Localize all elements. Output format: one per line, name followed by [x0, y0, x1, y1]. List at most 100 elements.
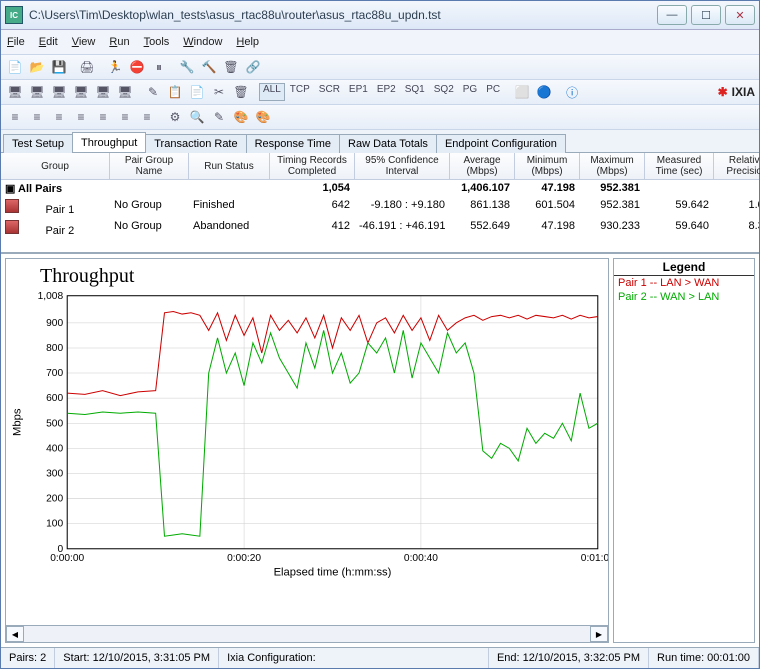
col-header[interactable]: Minimum (Mbps) — [515, 153, 580, 179]
ixia-logo: ✱IXIA — [718, 85, 755, 99]
col-header[interactable]: Timing Records Completed — [270, 153, 355, 179]
cell — [189, 180, 270, 197]
filter-ep1[interactable]: EP1 — [345, 83, 372, 101]
tool3-icon[interactable]: 🗑 — [221, 57, 241, 77]
cell — [645, 180, 714, 197]
close-button[interactable]: ✕ — [725, 5, 755, 25]
t3k-icon[interactable]: 🎨 — [231, 107, 251, 127]
menu-edit[interactable]: Edit — [39, 36, 58, 48]
info-icon[interactable]: ⓘ — [562, 82, 582, 102]
cell: Finished — [189, 197, 270, 218]
misc2-icon[interactable]: 🔵 — [534, 82, 554, 102]
cell: Abandoned — [189, 218, 270, 239]
cell — [110, 180, 189, 197]
t3f-icon[interactable]: ≡ — [115, 107, 135, 127]
collapse-icon[interactable]: ▣ — [5, 183, 15, 195]
minimize-button[interactable]: — — [657, 5, 687, 25]
t3d-icon[interactable]: ≡ — [71, 107, 91, 127]
cell — [355, 180, 450, 197]
col-header[interactable]: Measured Time (sec) — [645, 153, 714, 179]
status-end: End: 12/10/2015, 3:32:05 PM — [489, 648, 649, 668]
cut-icon[interactable]: ✂ — [209, 82, 229, 102]
t3e-icon[interactable]: ≡ — [93, 107, 113, 127]
table-row[interactable]: ▣ All Pairs1,0541,406.10747.198952.381 — [1, 180, 759, 197]
endpoint-icon[interactable]: 🖥 — [5, 82, 25, 102]
tab-response-time[interactable]: Response Time — [246, 134, 340, 153]
cell: 552.649 — [450, 218, 515, 239]
filter-sq1[interactable]: SQ1 — [401, 83, 429, 101]
endpoint5-icon[interactable]: 🖥 — [93, 82, 113, 102]
filter-scr[interactable]: SCR — [315, 83, 344, 101]
scroll-right-icon[interactable]: ▶ — [590, 626, 608, 642]
svg-text:700: 700 — [46, 368, 63, 379]
t3a-icon[interactable]: ≡ — [5, 107, 25, 127]
tab-raw-data-totals[interactable]: Raw Data Totals — [339, 134, 437, 153]
status-ixia: Ixia Configuration: — [219, 648, 489, 668]
menu-file[interactable]: File — [7, 36, 25, 48]
filter-all[interactable]: ALL — [259, 83, 285, 101]
cell: 47.198 — [515, 180, 580, 197]
endpoint2-icon[interactable]: 🖥 — [27, 82, 47, 102]
copy-icon[interactable]: 📋 — [165, 82, 185, 102]
run-icon[interactable]: 🏃 — [105, 57, 125, 77]
menu-tools[interactable]: Tools — [144, 36, 170, 48]
filter-sq2[interactable]: SQ2 — [430, 83, 458, 101]
stop-icon[interactable]: ⛔ — [127, 57, 147, 77]
t3i-icon[interactable]: 🔍 — [187, 107, 207, 127]
table-row[interactable]: Pair 2No GroupAbandoned412-46.191 : +46.… — [1, 218, 759, 239]
col-header[interactable]: Run Status — [189, 153, 270, 179]
chart-scrollbar[interactable]: ◀ ▶ — [6, 625, 608, 642]
pause-icon[interactable]: ⏸ — [149, 57, 169, 77]
open-icon[interactable]: 📂 — [27, 57, 47, 77]
titlebar: IC C:\Users\Tim\Desktop\wlan_tests\asus_… — [1, 1, 759, 30]
new-icon[interactable]: 📄 — [5, 57, 25, 77]
filter-ep2[interactable]: EP2 — [373, 83, 400, 101]
print-icon[interactable]: 🖨 — [77, 57, 97, 77]
t3b-icon[interactable]: ≡ — [27, 107, 47, 127]
tool2-icon[interactable]: 🔨 — [199, 57, 219, 77]
endpoint6-icon[interactable]: 🖥 — [115, 82, 135, 102]
tool-icon[interactable]: 🔧 — [177, 57, 197, 77]
cell: ▣ All Pairs — [1, 180, 110, 197]
tab-test-setup[interactable]: Test Setup — [3, 134, 73, 153]
menu-window[interactable]: Window — [183, 36, 222, 48]
tab-endpoint-configuration[interactable]: Endpoint Configuration — [436, 134, 566, 153]
filter-pc[interactable]: PC — [482, 83, 504, 101]
svg-text:600: 600 — [46, 393, 63, 404]
col-header[interactable]: Relative Precision — [714, 153, 760, 179]
t3j-icon[interactable]: ✎ — [209, 107, 229, 127]
t3l-icon[interactable]: 🎨 — [253, 107, 273, 127]
tab-throughput[interactable]: Throughput — [72, 132, 146, 152]
col-header[interactable]: Maximum (Mbps) — [580, 153, 645, 179]
edit-icon[interactable]: ✎ — [143, 82, 163, 102]
scroll-left-icon[interactable]: ◀ — [6, 626, 24, 642]
tool4-icon[interactable]: 🔗 — [243, 57, 263, 77]
t3h-icon[interactable]: ⚙ — [165, 107, 185, 127]
endpoint3-icon[interactable]: 🖥 — [49, 82, 69, 102]
col-header[interactable]: Group — [1, 153, 110, 179]
status-start: Start: 12/10/2015, 3:31:05 PM — [55, 648, 219, 668]
results-grid: GroupPair Group NameRun StatusTiming Rec… — [1, 153, 759, 253]
filter-pg[interactable]: PG — [459, 83, 481, 101]
menu-help[interactable]: Help — [236, 36, 259, 48]
grid-body[interactable]: ▣ All Pairs1,0541,406.10747.198952.381 P… — [1, 180, 759, 252]
pair-icon — [5, 199, 19, 213]
cell: Pair 2 — [1, 218, 110, 239]
table-row[interactable]: Pair 1No GroupFinished642-9.180 : +9.180… — [1, 197, 759, 218]
filter-tcp[interactable]: TCP — [286, 83, 314, 101]
col-header[interactable]: Pair Group Name — [110, 153, 189, 179]
paste-icon[interactable]: 📄 — [187, 82, 207, 102]
t3c-icon[interactable]: ≡ — [49, 107, 69, 127]
maximize-button[interactable]: ☐ — [691, 5, 721, 25]
delete-icon[interactable]: 🗑 — [231, 82, 251, 102]
misc1-icon[interactable]: ⬜ — [512, 82, 532, 102]
svg-text:800: 800 — [46, 343, 63, 354]
col-header[interactable]: Average (Mbps) — [450, 153, 515, 179]
endpoint4-icon[interactable]: 🖥 — [71, 82, 91, 102]
menu-run[interactable]: Run — [109, 36, 129, 48]
tab-transaction-rate[interactable]: Transaction Rate — [145, 134, 246, 153]
menu-view[interactable]: View — [72, 36, 96, 48]
save-icon[interactable]: 💾 — [49, 57, 69, 77]
t3g-icon[interactable]: ≡ — [137, 107, 157, 127]
col-header[interactable]: 95% Confidence Interval — [355, 153, 450, 179]
